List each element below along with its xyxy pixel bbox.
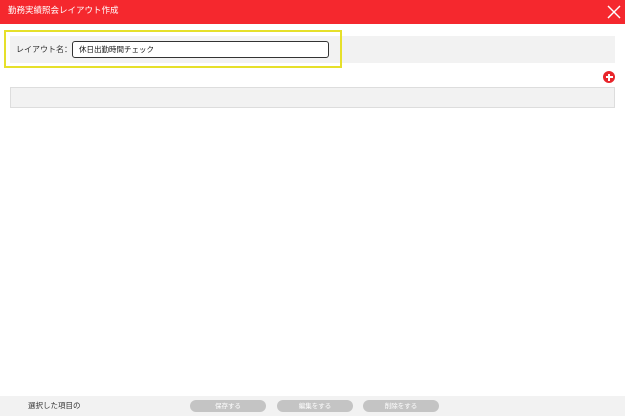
delete-button[interactable]: 削除をする: [363, 400, 439, 412]
add-item-button[interactable]: [603, 71, 615, 83]
layout-name-label: レイアウト名：: [16, 45, 72, 54]
selection-label: 選択した項目の: [28, 401, 81, 410]
close-icon[interactable]: [606, 4, 622, 20]
edit-button[interactable]: 編集をする: [277, 400, 353, 412]
window-title: 勤務実績照会レイアウト作成: [8, 6, 119, 16]
title-bar: 勤務実績照会レイアウト作成: [0, 0, 625, 24]
layout-name-input[interactable]: [72, 41, 329, 58]
save-button[interactable]: 保存する: [190, 400, 266, 412]
layout-items-area: [10, 87, 615, 108]
